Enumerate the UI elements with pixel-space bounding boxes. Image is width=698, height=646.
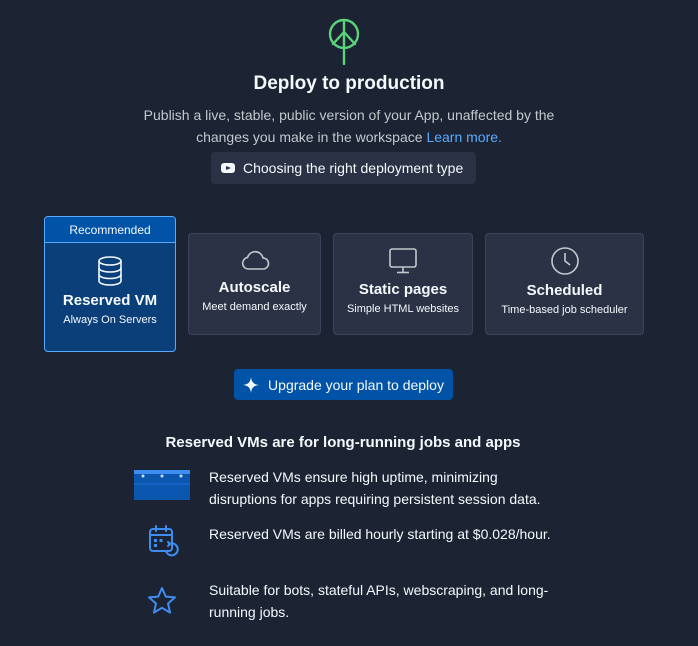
deployment-card-scheduled[interactable]: Scheduled Time-based job scheduler: [485, 233, 644, 335]
calendar-refresh-icon: [149, 525, 179, 557]
antenna-broadcast-icon: [328, 18, 360, 66]
learn-more-link[interactable]: Learn more.: [426, 129, 501, 145]
info-item: Suitable for bots, stateful APIs, webscr…: [134, 579, 574, 623]
deployment-guide-button[interactable]: Choosing the right deployment type: [211, 152, 476, 184]
info-item: Reserved VMs ensure high uptime, minimiz…: [134, 466, 574, 510]
recommended-badge: Recommended: [45, 217, 175, 243]
cloud-icon: [241, 250, 269, 270]
info-text: Reserved VMs are billed hourly starting …: [209, 526, 551, 542]
deployment-card-name: Static pages: [358, 281, 448, 298]
deployment-card-autoscale[interactable]: Autoscale Meet demand exactly: [188, 233, 321, 335]
clock-icon: [550, 247, 579, 275]
deployment-card-static-pages[interactable]: Static pages Simple HTML websites: [333, 233, 473, 335]
info-text: Reserved VMs ensure high uptime, minimiz…: [209, 469, 541, 507]
star-icon: [148, 587, 176, 614]
deployment-card-description: Always On Servers: [63, 314, 157, 326]
info-text: Suitable for bots, stateful APIs, webscr…: [209, 582, 549, 620]
deployment-card-name: Autoscale: [218, 279, 291, 296]
deployment-card-description: Simple HTML websites: [346, 303, 460, 315]
deployment-card-name: Reserved VM: [62, 292, 158, 309]
youtube-icon: [221, 163, 235, 173]
monitor-icon: [389, 248, 417, 274]
server-rack-icon: [134, 470, 190, 500]
upgrade-plan-label: Upgrade your plan to deploy: [268, 376, 444, 393]
database-icon: [98, 256, 122, 286]
deployment-card-name: Scheduled: [526, 282, 603, 299]
info-heading: Reserved VMs are for long-running jobs a…: [165, 434, 521, 451]
upgrade-plan-button[interactable]: Upgrade your plan to deploy: [234, 369, 453, 400]
deployment-card-reserved-vm[interactable]: Recommended Reserved VM Always On Server…: [44, 216, 176, 352]
page-subtitle: Publish a live, stable, public version o…: [130, 104, 568, 148]
info-item: Reserved VMs are billed hourly starting …: [134, 523, 574, 567]
deployment-guide-label: Choosing the right deployment type: [243, 160, 464, 176]
page-title: Deploy to production: [253, 73, 445, 94]
deployment-card-description: Meet demand exactly: [202, 301, 307, 313]
deployment-card-description: Time-based job scheduler: [501, 304, 628, 316]
sparkle-icon: [243, 376, 260, 393]
